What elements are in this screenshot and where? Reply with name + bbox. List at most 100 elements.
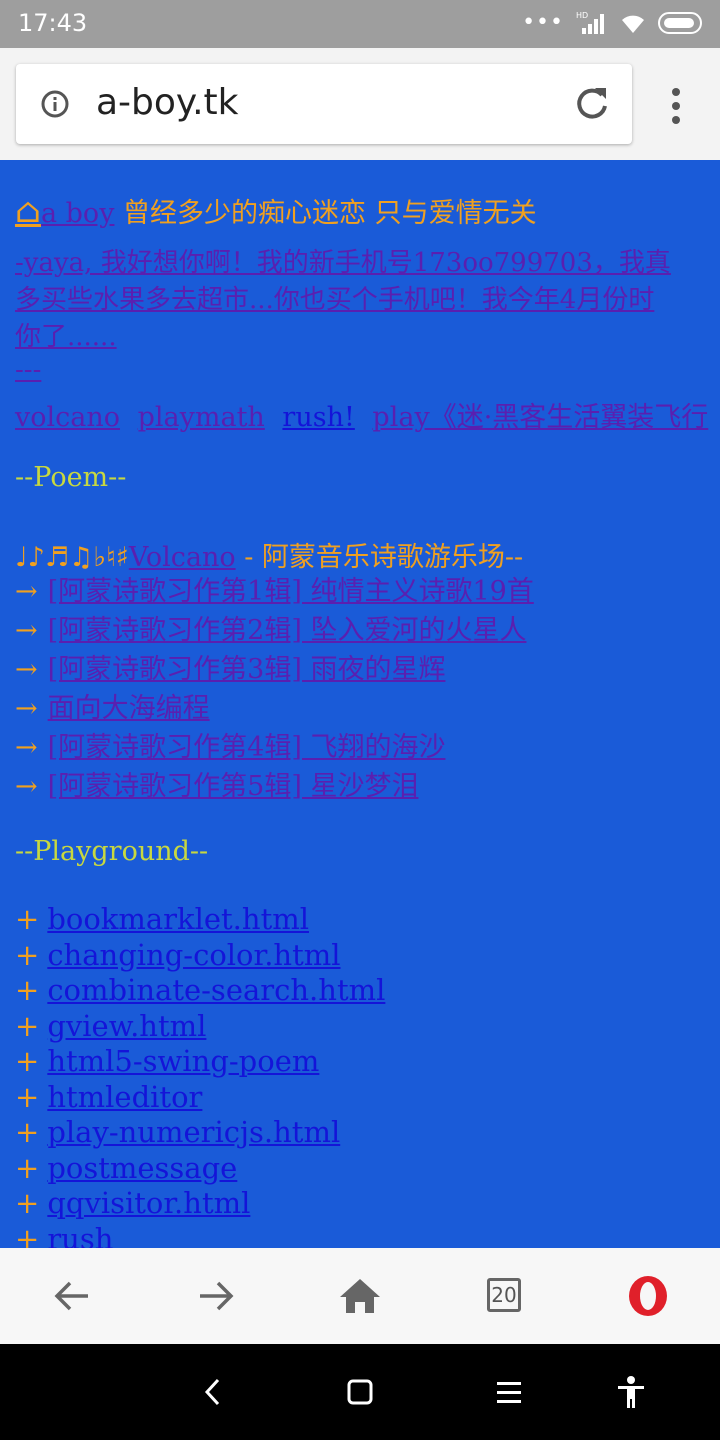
signal-icon: HD: [576, 11, 604, 34]
playground-section-title: --Playground--: [15, 836, 209, 867]
list-item: + html5-swing-poem: [15, 1044, 385, 1080]
list-item: + bookmarklet.html: [15, 902, 385, 938]
playground-link[interactable]: combinate-search.html: [47, 973, 385, 1007]
playground-link[interactable]: play-numericjs.html: [47, 1115, 340, 1149]
list-item: → [阿蒙诗歌习作第3辑] 雨夜的星辉: [15, 650, 534, 689]
forward-button[interactable]: [192, 1272, 240, 1320]
list-item: → [阿蒙诗歌习作第5辑] 星沙梦泪: [15, 767, 534, 806]
playground-link[interactable]: html5-swing-poem: [47, 1044, 319, 1078]
page-content: ⌂a boy 曾经多少的痴心迷恋 只与爱情无关 -yaya, 我好想你啊！我的新…: [0, 160, 720, 1248]
poem-link[interactable]: 面向大海编程: [48, 693, 210, 724]
plus-icon: +: [15, 1150, 40, 1185]
list-item: → [阿蒙诗歌习作第2辑] 坠入爱河的火星人: [15, 611, 534, 650]
status-icons: ••• HD: [522, 10, 702, 36]
link-rush[interactable]: rush!: [282, 402, 354, 433]
list-item: → [阿蒙诗歌习作第4辑] 飞翔的海沙: [15, 728, 534, 767]
playground-link[interactable]: gview.html: [47, 1009, 206, 1043]
list-item: + htmleditor: [15, 1080, 385, 1116]
browser-bottom-nav: 20: [0, 1248, 720, 1344]
back-button[interactable]: [48, 1272, 96, 1320]
notice-link[interactable]: -yaya, 我好想你啊！我的新手机号173oo799703，我真 多买些水果多…: [15, 245, 671, 356]
link-playmath[interactable]: playmath: [138, 402, 265, 433]
playground-link[interactable]: qqvisitor.html: [47, 1186, 250, 1220]
notice-line[interactable]: 多买些水果多去超市...你也买个手机吧！我今年4月份时: [15, 282, 671, 319]
arrow-icon: →: [15, 771, 38, 802]
poem-section-title: --Poem--: [15, 462, 127, 493]
volcano-link[interactable]: Volcano: [129, 542, 236, 573]
notice-line[interactable]: 你了......: [15, 319, 671, 356]
volcano-subtitle: - 阿蒙音乐诗歌游乐场--: [235, 542, 524, 573]
plus-icon: +: [15, 902, 40, 936]
home-link-icon[interactable]: ⌂: [15, 191, 41, 231]
poem-link[interactable]: [阿蒙诗歌习作第2辑] 坠入爱河的火星人: [48, 615, 527, 646]
site-tagline: 曾经多少的痴心迷恋 只与爱情无关: [114, 198, 537, 229]
plus-icon: +: [15, 1008, 40, 1043]
overflow-menu-icon[interactable]: [664, 86, 688, 126]
arrow-left-icon: [54, 1281, 88, 1311]
home-button[interactable]: [336, 1272, 384, 1320]
separator-link[interactable]: ---: [15, 355, 41, 385]
link-play-hacker[interactable]: play《迷·黑客生活翼装飞行: [372, 402, 708, 433]
opera-menu-button[interactable]: [624, 1272, 672, 1320]
playground-link[interactable]: bookmarklet.html: [47, 902, 309, 936]
arrow-right-icon: [200, 1281, 234, 1311]
opera-logo-icon: [629, 1276, 667, 1316]
arrow-icon: →: [15, 576, 38, 607]
playground-link[interactable]: htmleditor: [47, 1080, 202, 1114]
info-icon[interactable]: [40, 89, 70, 119]
plus-icon: +: [15, 1115, 40, 1149]
arrow-icon: →: [15, 693, 38, 724]
battery-icon: [658, 12, 702, 34]
url-text[interactable]: a-boy.tk: [96, 82, 239, 123]
playground-link[interactable]: postmessage: [47, 1151, 237, 1185]
poem-link[interactable]: [阿蒙诗歌习作第1辑] 纯情主义诗歌19首: [48, 576, 534, 607]
list-item: + gview.html: [15, 1009, 385, 1045]
tab-count-badge: 20: [487, 1278, 521, 1312]
link-volcano[interactable]: volcano: [15, 402, 120, 433]
plus-icon: +: [15, 1079, 40, 1114]
browser-toolbar: a-boy.tk: [0, 48, 720, 160]
site-header: ⌂a boy 曾经多少的痴心迷恋 只与爱情无关: [15, 192, 537, 233]
list-item: → [阿蒙诗歌习作第1辑] 纯情主义诗歌19首: [15, 572, 534, 611]
music-notes-icon: ♩♪♬♫♭♮♯: [15, 542, 129, 573]
wifi-icon: [622, 15, 644, 33]
list-item: + postmessage: [15, 1151, 385, 1187]
status-bar: 17:43 ••• HD: [0, 0, 720, 48]
list-item: + rush: [15, 1222, 385, 1249]
playground-link[interactable]: rush: [47, 1222, 113, 1249]
poem-link[interactable]: [阿蒙诗歌习作第5辑] 星沙梦泪: [48, 771, 419, 802]
poem-link[interactable]: [阿蒙诗歌习作第3辑] 雨夜的星辉: [48, 654, 446, 685]
system-nav-bar: [0, 1344, 720, 1440]
arrow-icon: →: [15, 654, 38, 685]
system-recents-icon[interactable]: [491, 1374, 527, 1410]
plus-icon: +: [15, 937, 40, 972]
status-time: 17:43: [18, 9, 88, 37]
plus-icon: +: [15, 1221, 40, 1249]
list-item: + qqvisitor.html: [15, 1186, 385, 1222]
home-icon: [340, 1279, 380, 1313]
list-item: + changing-color.html: [15, 938, 385, 974]
site-home-link[interactable]: a boy: [41, 198, 114, 229]
accessibility-icon[interactable]: [613, 1374, 649, 1410]
list-item: + combinate-search.html: [15, 973, 385, 1009]
playground-link[interactable]: changing-color.html: [47, 938, 340, 972]
list-item: → 面向大海编程: [15, 689, 534, 728]
address-bar[interactable]: a-boy.tk: [16, 64, 632, 144]
plus-icon: +: [15, 973, 40, 1007]
system-home-icon[interactable]: [342, 1374, 378, 1410]
playground-list: + bookmarklet.html + changing-color.html +…: [15, 902, 385, 1248]
arrow-icon: →: [15, 615, 38, 646]
volcano-heading: ♩♪♬♫♭♮♯Volcano - 阿蒙音乐诗歌游乐场--: [15, 535, 523, 574]
reload-icon[interactable]: [572, 84, 612, 124]
poem-list: → [阿蒙诗歌习作第1辑] 纯情主义诗歌19首 → [阿蒙诗歌习作第2辑] 坠入爱河…: [15, 572, 534, 806]
top-links: volcano playmath rush! play《迷·黑客生活翼装飞行: [15, 395, 717, 434]
tabs-button[interactable]: 20: [484, 1272, 524, 1320]
list-item: + play-numericjs.html: [15, 1115, 385, 1151]
notice-line[interactable]: -yaya, 我好想你啊！我的新手机号173oo799703，我真: [15, 245, 671, 282]
system-back-icon[interactable]: [196, 1374, 232, 1410]
poem-link[interactable]: [阿蒙诗歌习作第4辑] 飞翔的海沙: [48, 732, 446, 763]
plus-icon: +: [15, 1186, 40, 1220]
arrow-icon: →: [15, 732, 38, 763]
hd-label: HD: [576, 11, 588, 20]
plus-icon: +: [15, 1044, 40, 1078]
